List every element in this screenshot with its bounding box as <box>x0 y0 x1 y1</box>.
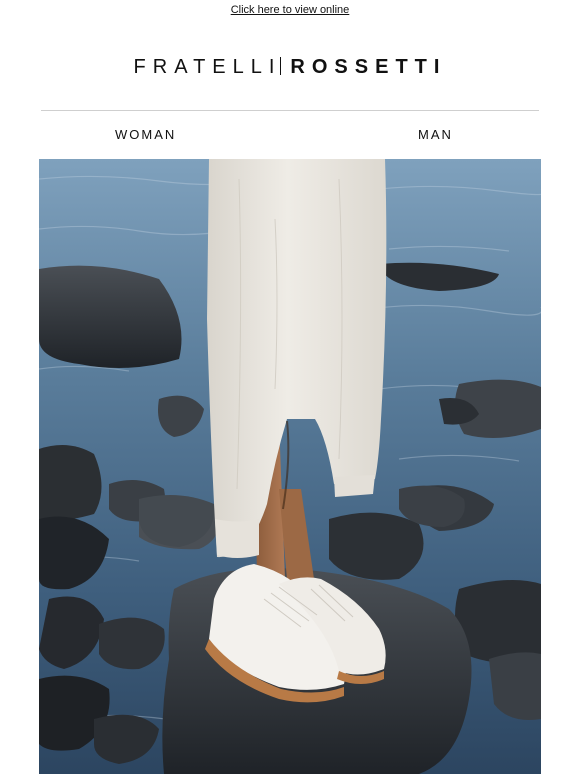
nav-woman-link[interactable]: WOMAN <box>115 127 176 142</box>
view-online-bar: Click here to view online <box>0 4 580 16</box>
logo-separator <box>280 57 282 75</box>
logo-light-text: FRATELLI <box>133 56 282 78</box>
header-divider <box>41 110 539 111</box>
logo-bold-text: ROSSETTI <box>290 56 447 78</box>
hero-image[interactable] <box>39 159 541 774</box>
photo-icon <box>39 159 541 774</box>
email-page: Click here to view online FRATELLI ROSSET… <box>0 0 580 774</box>
view-online-link[interactable]: Click here to view online <box>231 4 350 16</box>
brand-logo[interactable]: FRATELLI ROSSETTI <box>0 55 580 79</box>
nav-man-link[interactable]: MAN <box>418 127 453 142</box>
